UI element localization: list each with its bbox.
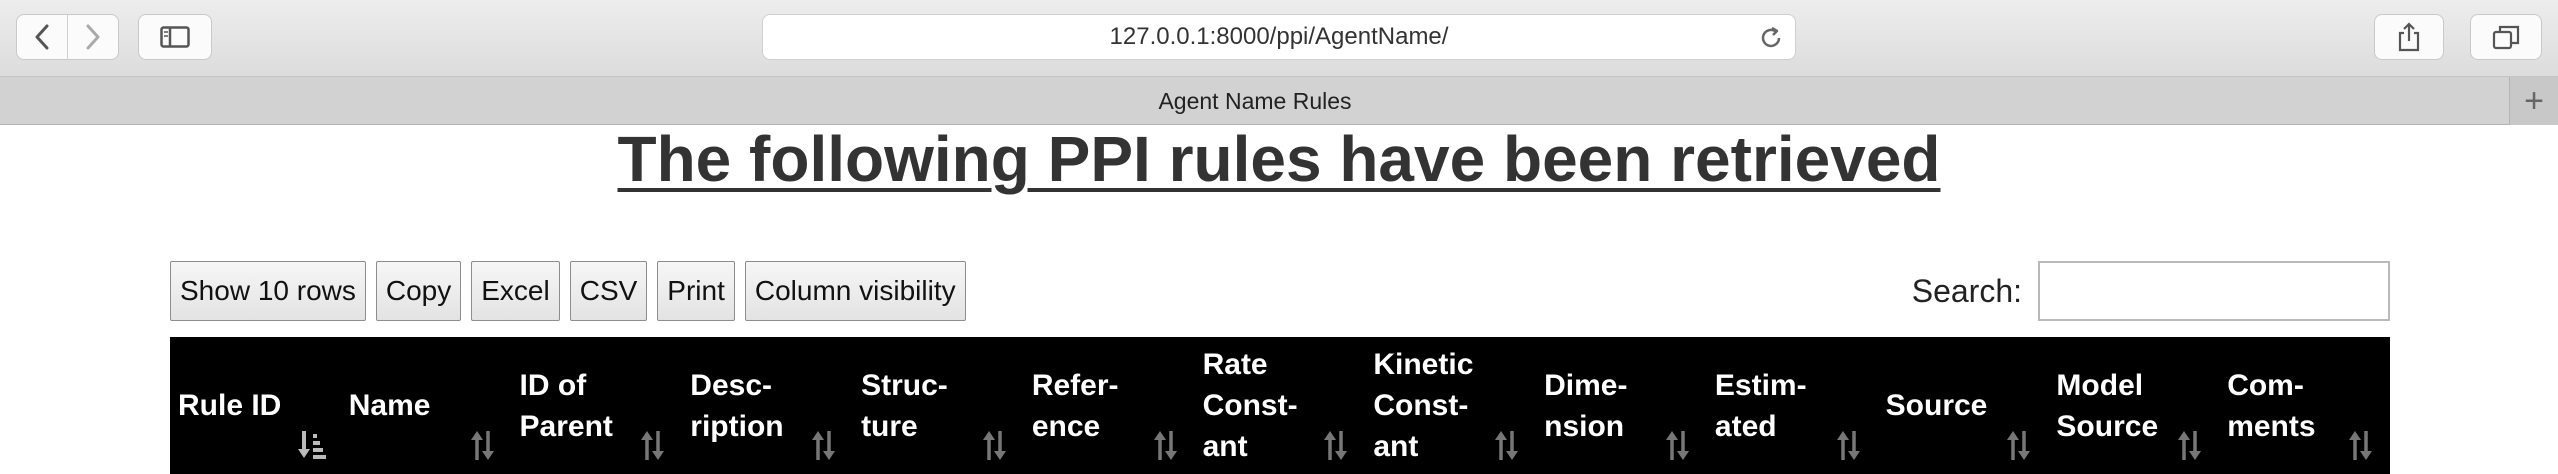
back-button[interactable]	[17, 15, 67, 59]
column-header-label: Refer- ence	[1031, 368, 1119, 443]
sort-both-icon[interactable]	[809, 428, 839, 462]
column-header-label: Name	[348, 389, 431, 422]
column-header[interactable]: Refer- ence	[1024, 337, 1195, 474]
column-header-label: ID of Parent	[519, 368, 613, 443]
share-icon	[2398, 22, 2420, 52]
tabs-overview-icon	[2492, 25, 2520, 50]
column-header-label: Source	[1885, 389, 1988, 422]
url-text: 127.0.0.1:8000/ppi/AgentName/	[1109, 23, 1449, 50]
sort-both-icon[interactable]	[2004, 428, 2034, 462]
sort-both-icon[interactable]	[1151, 428, 1181, 462]
csv-button[interactable]: CSV	[569, 261, 648, 321]
excel-button[interactable]: Excel	[471, 261, 560, 321]
sort-both-icon[interactable]	[2175, 428, 2205, 462]
column-header[interactable]: Dime- nsion	[1536, 337, 1707, 474]
active-tab[interactable]: Agent Name Rules	[0, 77, 2510, 125]
column-header[interactable]: Rate Const- ant	[1195, 337, 1366, 474]
sort-both-icon[interactable]	[1663, 428, 1693, 462]
column-header[interactable]: Rule ID	[170, 337, 341, 474]
sort-ascending-icon[interactable]	[297, 428, 327, 462]
search-input[interactable]	[2038, 261, 2390, 321]
column-header[interactable]: Kinetic Const- ant	[1365, 337, 1536, 474]
sort-both-icon[interactable]	[468, 428, 498, 462]
sort-both-icon[interactable]	[1834, 428, 1864, 462]
column-header-label: Kinetic Const- ant	[1373, 348, 1474, 463]
chevron-right-icon	[86, 24, 100, 50]
sort-both-icon[interactable]	[1321, 428, 1351, 462]
navigation-buttons	[16, 14, 119, 60]
copy-button[interactable]: Copy	[375, 261, 462, 321]
share-button[interactable]	[2374, 14, 2444, 60]
sort-both-icon[interactable]	[2346, 428, 2376, 462]
column-header[interactable]: Name	[341, 337, 512, 474]
column-header[interactable]: Estim- ated	[1707, 337, 1878, 474]
sort-both-icon[interactable]	[1492, 428, 1522, 462]
column-header-label: Rule ID	[178, 389, 282, 422]
column-header[interactable]: ID of Parent	[512, 337, 683, 474]
column-header-label: Com- ments	[2227, 368, 2316, 443]
table-export-buttons: Show 10 rows Copy Excel CSV Print Column…	[170, 261, 966, 321]
sidebar-toggle-button[interactable]	[138, 14, 212, 60]
tab-bar: Agent Name Rules +	[0, 77, 2558, 125]
column-header-label: Model Source	[2056, 368, 2159, 443]
sort-both-icon[interactable]	[980, 428, 1010, 462]
column-header[interactable]: Struc- ture	[853, 337, 1024, 474]
column-header-label: Rate Const- ant	[1202, 348, 1298, 463]
column-header-label: Dime- nsion	[1544, 368, 1628, 443]
address-bar[interactable]: 127.0.0.1:8000/ppi/AgentName/	[762, 14, 1796, 60]
chevron-left-icon	[35, 24, 49, 50]
column-visibility-button[interactable]: Column visibility	[744, 261, 966, 321]
page-title: The following PPI rules have been retrie…	[617, 123, 1941, 195]
column-header-label: Struc- ture	[861, 368, 948, 443]
table-header-row: Rule ID Name ID of Parent Desc- ription Stru…	[170, 337, 2390, 474]
show-tabs-button[interactable]	[2470, 14, 2542, 60]
column-header-label: Estim- ated	[1714, 368, 1807, 443]
show-rows-button[interactable]: Show 10 rows	[170, 261, 366, 321]
table-search: Search:	[1912, 261, 2390, 321]
forward-button[interactable]	[67, 15, 118, 59]
search-label: Search:	[1911, 272, 2022, 309]
new-tab-button[interactable]: +	[2509, 77, 2558, 125]
column-header[interactable]: Desc- ription	[682, 337, 853, 474]
column-header-label: Desc- ription	[690, 368, 784, 443]
sidebar-icon	[160, 26, 190, 48]
column-header[interactable]: Com- ments	[2219, 337, 2390, 474]
column-header[interactable]: Model Source	[2048, 337, 2219, 474]
browser-toolbar: 127.0.0.1:8000/ppi/AgentName/	[0, 0, 2558, 77]
print-button[interactable]: Print	[657, 261, 735, 321]
column-header[interactable]: Source	[1878, 337, 2049, 474]
reload-icon[interactable]	[1757, 24, 1785, 52]
sort-both-icon[interactable]	[638, 428, 668, 462]
